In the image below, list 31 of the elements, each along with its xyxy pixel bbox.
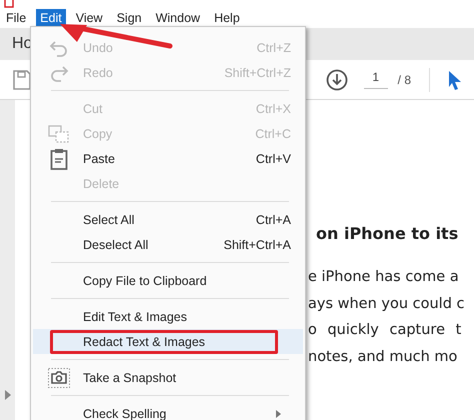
document-text-line: ays when you could c: [308, 294, 466, 314]
menu-item[interactable]: Check Spelling: [33, 401, 303, 420]
page-number-field[interactable]: 1: [364, 70, 388, 89]
document-text-line: e iPhone has come a: [308, 268, 460, 287]
copy-icon: [48, 124, 70, 142]
menu-bar-item[interactable]: Help: [210, 9, 244, 27]
menu-item[interactable]: Edit Text & Images: [33, 304, 303, 329]
menu-bar-item[interactable]: Window: [152, 9, 204, 27]
menu-bar-item[interactable]: File: [2, 9, 30, 27]
menu-item[interactable]: Deselect All Shift+Ctrl+A: [33, 232, 303, 257]
document-heading: on iPhone to its: [316, 224, 460, 245]
menu-item[interactable]: Redact Text & Images: [33, 329, 303, 354]
document-text-line: notes, and much mo: [308, 348, 458, 366]
menu-item[interactable]: Select All Ctrl+A: [33, 207, 303, 232]
save-icon[interactable]: [12, 68, 32, 90]
menu-bar-item[interactable]: Edit: [36, 9, 66, 27]
submenu-arrow-icon: [276, 410, 281, 418]
download-icon[interactable]: [326, 68, 348, 90]
page-total: / 8: [398, 72, 411, 86]
camera-icon: [48, 368, 70, 388]
undo-icon: [49, 38, 69, 56]
document-text-line: o quickly capture t: [308, 321, 462, 340]
cursor-icon[interactable]: [448, 70, 462, 90]
redo-icon: [49, 64, 69, 82]
menu-item[interactable]: Copy File to Clipboard: [33, 268, 303, 293]
clipboard-icon: [50, 148, 68, 170]
menu-item[interactable]: Paste Ctrl+V: [33, 146, 303, 171]
expand-icon[interactable]: [4, 390, 10, 400]
menu-bar-item[interactable]: View: [72, 9, 107, 27]
menu-bar-item[interactable]: Sign: [112, 9, 146, 27]
menu-item[interactable]: Take a Snapshot: [33, 365, 303, 390]
